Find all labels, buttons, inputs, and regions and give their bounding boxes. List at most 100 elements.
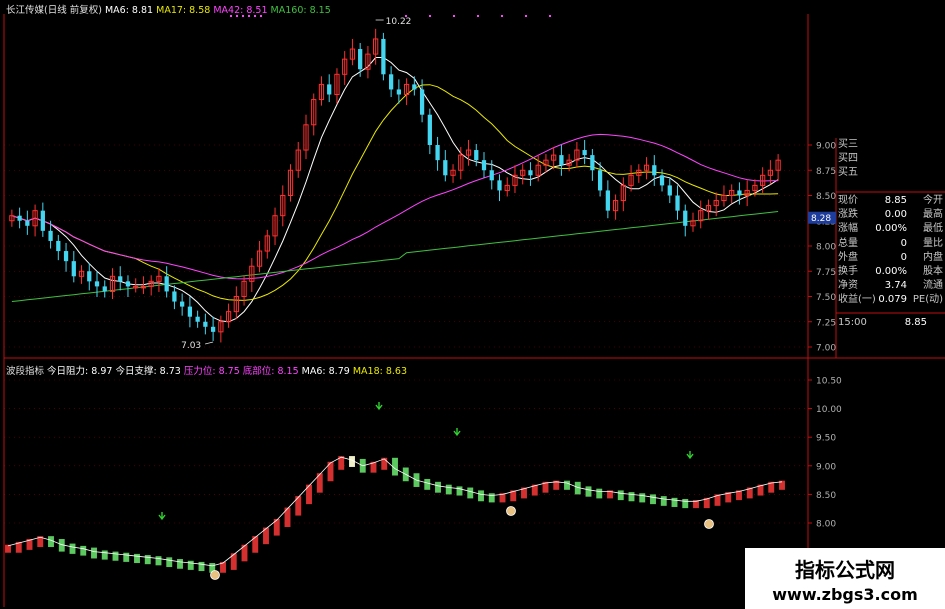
order-book-row[interactable]: 买五	[836, 166, 945, 179]
candle-body	[102, 286, 107, 292]
candle-body	[481, 160, 487, 171]
time-price: 8.85	[904, 317, 927, 328]
down-arrow-icon	[158, 512, 166, 521]
candle-body	[25, 220, 30, 226]
low-label: 7.03	[181, 341, 201, 351]
indicator-tick-label: 10.00	[816, 405, 842, 415]
quote-label: 收益(一)	[838, 294, 876, 306]
price-tick-label: 7.00	[816, 344, 836, 354]
price-tick-label: 7.75	[816, 268, 836, 278]
quote-label-right: 股本	[923, 266, 943, 277]
candle-body	[683, 210, 688, 226]
quote-value: 3.74	[884, 280, 907, 292]
candle-body	[94, 281, 100, 287]
candle-body	[605, 190, 610, 211]
quote-value: 0	[900, 251, 907, 263]
buy-coin-icon	[506, 506, 516, 516]
quote-row: 涨幅 0.00% 最低	[836, 222, 945, 235]
candle-body	[17, 215, 22, 221]
indicator-tick-label: 8.00	[816, 520, 836, 530]
indicator-name[interactable]: 波段指标	[6, 366, 44, 377]
signal-dot	[549, 15, 551, 17]
ma17-label: MA17: 8.58	[156, 5, 211, 16]
candle-body	[652, 165, 657, 176]
order-book-row[interactable]: 买四	[836, 152, 945, 165]
candle-body	[87, 271, 92, 282]
candle-body	[180, 301, 185, 307]
quote-label-right: 内盘	[923, 251, 943, 263]
quote-panel: 买三 买四 买五 现价 8.85 今开 涨跌 0.00 最高 涨幅 0.00% 最低 总量 0 量比外…	[836, 138, 945, 358]
quote-label: 净资	[838, 280, 858, 292]
price-tick-label: 9.00	[816, 142, 836, 152]
candle-body	[63, 251, 69, 262]
signal-dot	[453, 15, 455, 17]
chart-canvas: 10.22 7.03 9.008.758.508.258.007.757.507.…	[3, 14, 945, 607]
quote-label: 外盘	[838, 251, 858, 263]
candle-body	[40, 210, 45, 231]
quote-row: 换手 0.00% 股本	[836, 265, 945, 278]
candle-body	[56, 240, 61, 252]
time-row: 15:00 8.85	[836, 316, 945, 329]
quote-row: 外盘 0 内盘	[836, 251, 945, 264]
indicator-tick-label: 10.50	[816, 377, 842, 387]
quote-value: 0	[900, 237, 907, 249]
pressure-label: 压力位: 8.75	[183, 366, 240, 377]
candle-body	[118, 276, 123, 282]
buy-coin-icon	[210, 570, 220, 580]
quote-label: 换手	[838, 266, 858, 277]
quote-label: 总量	[838, 237, 858, 249]
candle-body	[427, 114, 432, 145]
band-indicator-series	[5, 456, 785, 573]
brand-url: www.zbgs3.com	[772, 585, 918, 604]
indicator-header: 波段指标 今日阻力: 8.97 今日支撑: 8.73 压力位: 8.75 底部位…	[6, 363, 407, 377]
current-price-tag-label: 8.28	[811, 214, 831, 224]
quote-label: 现价	[838, 195, 858, 206]
candle-body	[358, 49, 363, 70]
quote-value: 8.85	[884, 195, 907, 206]
price-tick-label: 8.50	[816, 192, 836, 202]
candle-body	[412, 84, 417, 90]
quote-row: 净资 3.74 流通	[836, 279, 945, 292]
candle-body	[419, 89, 425, 115]
buy-coin-icon	[704, 519, 714, 529]
order-book-row[interactable]: 买三	[836, 138, 945, 151]
candle-body	[125, 281, 131, 287]
bottom-label: 底部位: 8.15	[242, 366, 299, 377]
indicator-tick-label: 9.00	[816, 462, 836, 472]
price-tick-label: 7.25	[816, 318, 836, 328]
low-pointer	[205, 341, 214, 345]
indicator-tick-label: 8.50	[816, 491, 836, 501]
order-label: 买四	[838, 153, 858, 164]
candle-body	[389, 74, 394, 90]
candle-body	[659, 175, 665, 186]
candle-body	[590, 155, 595, 171]
price-tick-label: 8.75	[816, 167, 836, 177]
ma42-label: MA42: 8.51	[213, 5, 268, 16]
signal-dot	[525, 15, 527, 17]
order-label: 买五	[838, 167, 858, 178]
grid	[4, 144, 808, 524]
candle-body	[528, 170, 533, 176]
quote-value: 0.079	[878, 294, 907, 306]
candle-body	[675, 195, 680, 211]
ma17-line	[11, 84, 779, 301]
candle-body	[203, 321, 208, 327]
candle-body	[474, 150, 479, 161]
brand-watermark: 指标公式网 www.zbgs3.com	[745, 548, 945, 609]
time-label: 15:00	[838, 317, 867, 328]
candle-body	[210, 326, 216, 332]
signal-dot	[429, 15, 431, 17]
main-header: 长江传媒(日线 前复权) MA6: 8.81 MA17: 8.58 MA42: …	[6, 2, 331, 16]
quote-value: 0.00%	[875, 223, 907, 235]
down-arrow-icon	[453, 428, 461, 437]
down-arrow-icon	[375, 402, 383, 411]
quote-label-right: 最低	[923, 223, 943, 235]
ma18-ind-label: MA18: 8.63	[352, 366, 407, 377]
ma6-label: MA6: 8.81	[104, 5, 154, 16]
quote-label-right: 最高	[923, 209, 943, 221]
signal-dot	[477, 15, 479, 17]
candle-body	[381, 38, 386, 75]
candle-body	[497, 180, 502, 191]
stock-title[interactable]: 长江传媒(日线 前复权)	[6, 5, 102, 16]
quote-row: 现价 8.85 今开	[836, 194, 945, 207]
